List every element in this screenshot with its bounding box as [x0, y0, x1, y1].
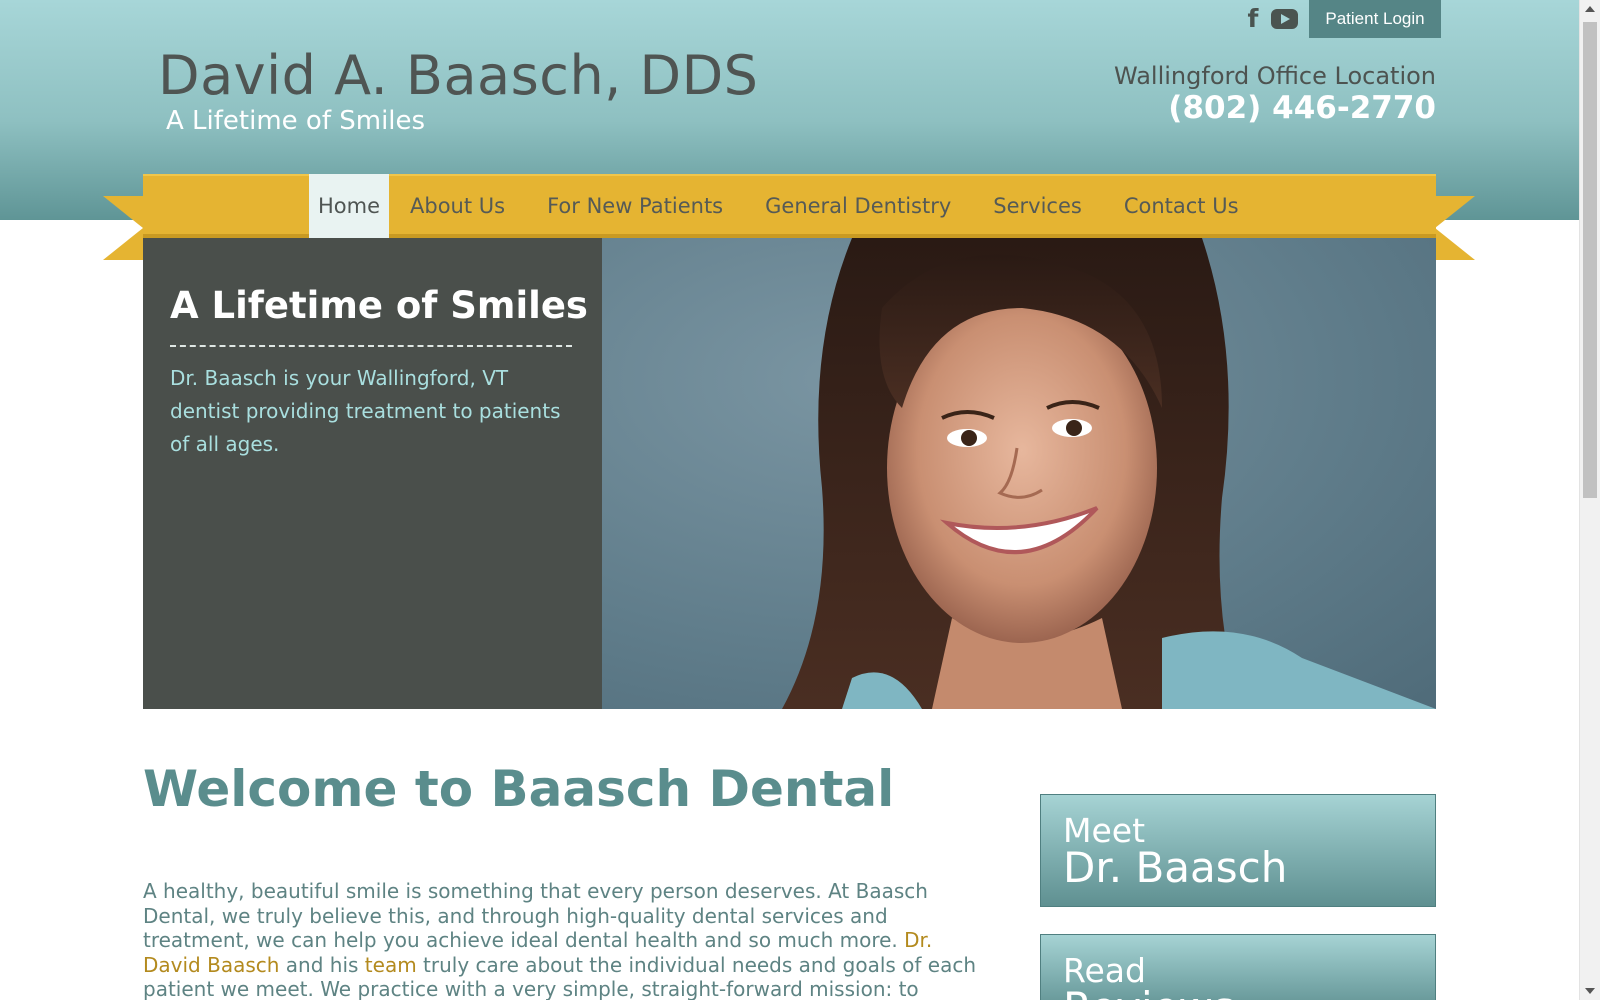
reviews-label: Reviews — [1063, 983, 1235, 1000]
social-links: f — [1245, 6, 1298, 32]
team-link[interactable]: team — [365, 953, 417, 977]
scroll-down-icon[interactable] — [1585, 988, 1595, 994]
nav-item-contact-us[interactable]: Contact Us — [1103, 174, 1260, 238]
scroll-up-icon[interactable] — [1585, 6, 1595, 12]
patient-login-button[interactable]: Patient Login — [1309, 0, 1441, 38]
nav-item-services[interactable]: Services — [972, 174, 1103, 238]
ribbon-tail-left — [103, 196, 143, 260]
scroll-thumb[interactable] — [1583, 22, 1597, 498]
hero-divider — [170, 345, 572, 347]
youtube-icon[interactable] — [1271, 9, 1298, 29]
site-title[interactable]: David A. Baasch, DDS — [158, 44, 758, 107]
ribbon-tail-right — [1435, 196, 1475, 260]
intro-text-1: A healthy, beautiful smile is something … — [143, 879, 928, 952]
facebook-icon[interactable]: f — [1245, 6, 1261, 32]
meet-doctor-button[interactable]: Meet Dr. Baasch — [1040, 794, 1436, 907]
welcome-heading: Welcome to Baasch Dental — [143, 760, 895, 818]
hero-title: A Lifetime of Smiles — [170, 284, 588, 327]
intro-paragraph: A healthy, beautiful smile is something … — [143, 879, 988, 1000]
read-reviews-button[interactable]: Read Reviews — [1040, 934, 1436, 1000]
office-location: Wallingford Office Location — [1114, 62, 1436, 90]
vertical-scrollbar[interactable] — [1579, 0, 1600, 1000]
hero-banner: A Lifetime of Smiles Dr. Baasch is your … — [143, 238, 1436, 709]
hero-text-panel: A Lifetime of Smiles Dr. Baasch is your … — [143, 238, 602, 709]
nav-item-home[interactable]: Home — [309, 174, 390, 238]
office-phone[interactable]: (802) 446-2770 — [1168, 90, 1436, 126]
nav-item-general-dentistry[interactable]: General Dentistry — [744, 174, 972, 238]
meet-name: Dr. Baasch — [1063, 843, 1288, 892]
intro-text-2: and his — [279, 952, 365, 977]
site-tagline: A Lifetime of Smiles — [166, 106, 426, 136]
main-nav: Home About Us For New Patients General D… — [143, 174, 1436, 238]
hero-photo — [602, 238, 1436, 709]
nav-item-for-new-patients[interactable]: For New Patients — [526, 174, 744, 238]
hero-description: Dr. Baasch is your Wallingford, VT denti… — [170, 366, 561, 456]
nav-item-about-us[interactable]: About Us — [389, 174, 526, 238]
smiling-woman-image — [782, 238, 1436, 709]
